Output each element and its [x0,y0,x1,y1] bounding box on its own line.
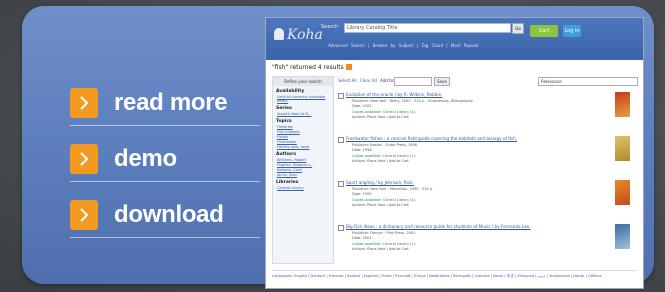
availability-text: Copies available: Central Library (1). [352,109,417,114]
result-checkbox[interactable] [338,93,344,99]
demo-link[interactable]: demo [70,138,260,182]
result-actions[interactable]: Actions: Place Hold | Add to Cart [352,247,636,251]
result-availability: Copies available: Central Library (1). [352,198,636,202]
result-item: Freshwater fishes : a concise field guid… [338,136,636,176]
clear-all-link[interactable]: Clear All [360,78,377,83]
save-button[interactable]: Save [434,77,450,86]
availability-text: Copies available: Central Library (1). [352,153,417,158]
results-count: "fish" returned 4 results [272,64,344,71]
book-cover-image[interactable] [615,224,630,249]
facet-heading: Topics [276,119,292,124]
result-availability: Copies available: Central Library (1). [352,154,636,158]
chevron-right-icon [70,199,98,230]
result-item: Evolution of the oracle / by R. Wilkins,… [338,92,636,132]
catalog-screenshot: Koha Search Library Catalog Title Go Car… [265,17,644,289]
chevron-right-icon [70,143,98,174]
catalog-header: Koha Search Library Catalog Title Go Car… [266,18,643,60]
facet-link[interactable]: Central Library [277,186,333,190]
chevron-right-icon [70,87,98,118]
facet-heading: Libraries [276,180,299,185]
facet-link[interactable]: Hughes, Stephen L. [277,163,333,167]
book-cover-image[interactable] [615,180,630,205]
facet-link[interactable]: Williams, Robert [277,158,333,162]
login-button[interactable]: Log in [563,25,581,37]
result-checkbox[interactable] [338,225,344,231]
result-availability: Copies available: Central Library (1). [352,242,636,246]
facets-title: Refine your search [273,77,333,86]
language-footer[interactable]: Languages: English | Deutsch | Français … [272,270,638,279]
rss-icon[interactable] [345,64,352,70]
logo-text: Koha [287,27,323,43]
koha-logo: Koha [274,27,323,43]
result-date: Date: 1998 [352,148,372,152]
facet-link[interactable]: Limit to currently available items. [277,95,333,103]
download-label: download [114,200,224,228]
facet-heading: Availability [276,89,305,94]
read-more-label: read more [114,88,228,116]
result-title-link[interactable]: Big Fish Ideas : a dictionary and resour… [346,224,636,229]
availability-text: Copies available: Central Library (1). [352,197,417,202]
background: read more demo download Koha Search Libr… [0,0,665,292]
facets-sidebar: Refine your search Availability Limit to … [272,76,334,264]
facet-link[interactable]: Freshwater [277,140,333,144]
cart-button[interactable]: Cart [530,25,558,37]
demo-label: demo [114,144,177,172]
results-heading: "fish" returned 4 results [272,64,352,71]
result-date: Date: 2001 [352,236,372,240]
book-cover-image[interactable] [615,92,630,117]
result-publisher: Publisher: Denver : Pilot Press, 2001 [352,230,416,235]
facet-link[interactable]: Fishing rods, reels [277,145,333,149]
add-to-select[interactable] [394,77,432,86]
download-link[interactable]: download [70,194,260,238]
availability-text: Copies available: Central Library (1). [352,241,417,246]
result-checkbox[interactable] [338,181,344,187]
go-button[interactable]: Go [512,23,524,34]
result-availability: Copies available: Central Library (1). [352,110,636,114]
koha-leaf-icon [274,28,284,40]
result-publisher: Publisher: New York : Macmillan, 1995 · … [352,186,434,191]
result-actions[interactable]: Actions: Place Hold | Add to Cart [352,115,636,119]
facet-link[interactable]: Fish habitats [277,130,333,134]
result-publisher: Publisher: New York : Wiley, 2002 · 312 … [352,98,473,103]
facet-link[interactable]: Fisheries [277,125,333,129]
action-menu: read more demo download [70,82,260,250]
top-links[interactable]: Advanced Search | Browse by Subject | Ta… [328,43,479,48]
facet-link[interactable]: Aquatic food of N... [277,112,333,116]
search-input[interactable]: Library Catalog Title [344,23,511,33]
result-item: Big Fish Ideas : a dictionary and resour… [338,224,636,264]
result-title-link[interactable]: Evolution of the oracle / by R. Wilkins,… [346,92,636,97]
facet-link[interactable]: Fishes [277,135,333,139]
result-checkbox[interactable] [338,137,344,143]
facet-link[interactable]: Roberts, Colin [277,168,333,172]
read-more-link[interactable]: read more [70,82,260,126]
result-actions[interactable]: Actions: Place Hold | Add to Cart [352,159,636,163]
sort-select[interactable]: Relevance [538,77,638,86]
facet-groups: Availability Limit to currently available… [273,89,333,190]
result-actions[interactable]: Actions: Place Hold | Add to Cart [352,203,636,207]
result-publisher: Publisher: Boston : Tudor Press, 1998 [352,142,417,147]
results-toolbar: Select All Clear All Add to: Save Releva… [338,77,638,86]
book-cover-image[interactable] [615,136,630,161]
result-date: Date: 2002 [352,104,372,108]
facet-link[interactable]: Jarvis, Alan [277,173,333,177]
result-date: Date: 1995 [352,192,372,196]
result-title-link[interactable]: Sport angling / by Johnson, Rick. [346,180,636,185]
result-title-link[interactable]: Freshwater fishes : a concise field guid… [346,136,636,141]
result-item: Sport angling / by Johnson, Rick. Publish… [338,180,636,220]
select-all-link[interactable]: Select All [338,78,357,83]
search-label: Search [321,24,339,30]
add-to-label: Add to: [380,78,395,83]
facet-heading: Series [276,106,292,111]
facet-heading: Authors [276,152,297,157]
